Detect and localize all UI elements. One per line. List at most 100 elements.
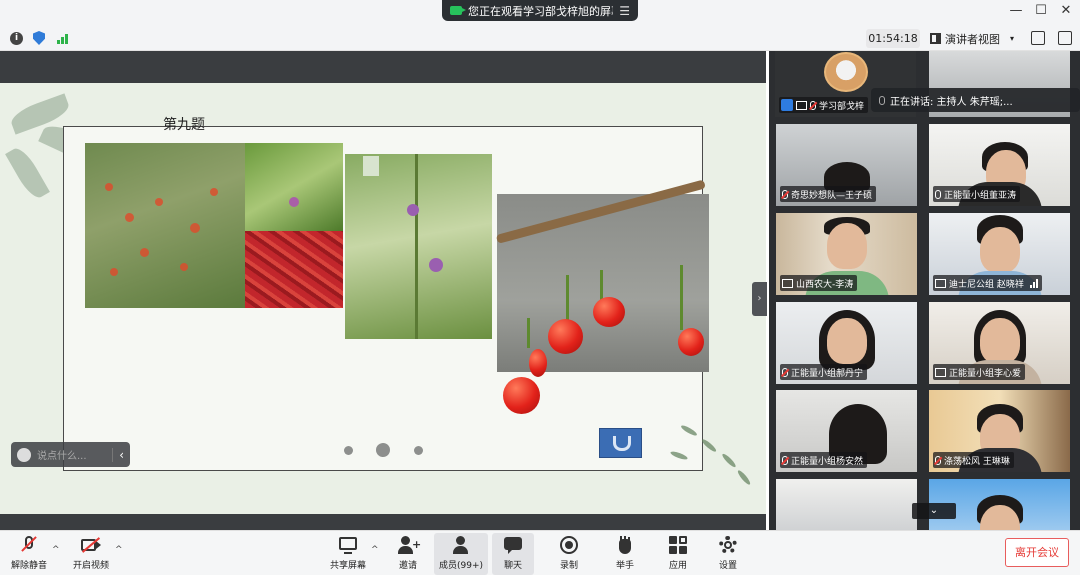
screen-share-icon: [796, 100, 807, 110]
scroll-down-button[interactable]: ⌄: [912, 503, 956, 519]
participant-name: 涤荡松风 王琳琳: [944, 456, 1010, 467]
fullscreen-icon[interactable]: [1031, 31, 1045, 45]
meeting-timer: 01:54:18: [866, 29, 920, 48]
participant-tile[interactable]: 正能量小组董亚涛: [929, 124, 1070, 206]
mic-off-icon: [782, 189, 788, 199]
participant-tile[interactable]: 山西农大-李涛: [776, 213, 917, 295]
fern-decoration: [700, 437, 718, 454]
screen-share-notice[interactable]: 您正在观看学习部戈梓旭的屏幕 ☰: [442, 0, 638, 21]
close-button[interactable]: ✕: [1056, 3, 1076, 18]
raise-hand-button[interactable]: 举手: [612, 533, 638, 575]
screen-share-icon: [935, 278, 946, 288]
fern-decoration: [720, 452, 738, 469]
berry: [678, 328, 704, 356]
members-button[interactable]: 成员(99+): [434, 533, 488, 575]
gear-icon: [718, 536, 738, 554]
goji-branch-flowers-photo: [345, 154, 492, 339]
apps-label: 应用: [668, 561, 687, 571]
invite-button[interactable]: + 邀请: [393, 533, 423, 575]
slide-dot-active[interactable]: [376, 443, 390, 457]
raise-hand-label: 举手: [615, 561, 634, 571]
mic-off-icon: [810, 100, 816, 110]
participant-tile[interactable]: 迪士尼公组 赵晓祥: [929, 213, 1070, 295]
dried-goji-photo: [245, 231, 343, 308]
meeting-toolbar: 解除静音 ^ 开启视频 ^ 共享屏幕 ^ + 邀请 成员(99+) 聊天 录制 …: [0, 530, 1080, 575]
leave-meeting-button[interactable]: 离开会议: [1005, 538, 1069, 567]
info-icon[interactable]: i: [10, 32, 23, 45]
mic-off-icon: [19, 536, 39, 554]
participant-name: 迪士尼公组 赵晓祥: [949, 279, 1024, 290]
participant-name: 正能量小组杨安然: [791, 456, 864, 467]
minimize-button[interactable]: —: [1006, 3, 1026, 18]
audio-options-caret[interactable]: ^: [52, 545, 60, 555]
share-options-caret[interactable]: ^: [371, 545, 379, 555]
share-screen-button[interactable]: 共享屏幕: [328, 533, 368, 575]
berry: [548, 319, 583, 354]
audio-level-icon: [1029, 278, 1038, 288]
start-video-label: 开启视频: [72, 561, 109, 571]
settings-button[interactable]: 设置: [715, 533, 741, 575]
record-label: 录制: [559, 561, 578, 571]
share-screen-icon: [338, 536, 358, 554]
record-icon: [559, 536, 579, 554]
view-mode-label: 演讲者视图: [945, 32, 1000, 46]
unmute-label: 解除静音: [10, 561, 47, 571]
participant-label: 正能量小组董亚涛: [933, 186, 1021, 202]
emoji-icon[interactable]: [17, 447, 31, 462]
participant-tile[interactable]: 涤荡松风 王琳琳: [929, 390, 1070, 472]
participant-tile[interactable]: [776, 479, 917, 530]
host-label: 学习部戈梓: [779, 97, 869, 113]
avatar: [824, 52, 868, 92]
participant-label: 山西农大-李涛: [780, 275, 858, 291]
mic-off-icon: [782, 455, 788, 465]
berry-stem: [566, 275, 569, 320]
members-label: 成员(99+): [438, 561, 484, 571]
participant-name: 正能量小组郝丹宁: [791, 368, 864, 379]
berry: [593, 297, 625, 327]
signal-icon[interactable]: [57, 34, 68, 44]
apps-button[interactable]: 应用: [665, 533, 691, 575]
panel-collapse-button[interactable]: ›: [752, 282, 767, 316]
berry-stem: [527, 318, 530, 348]
share-screen-label: 共享屏幕: [329, 561, 366, 571]
view-mode-button[interactable]: 演讲者视图 ▾: [930, 29, 1014, 48]
screen-share-icon: [782, 278, 793, 288]
chat-input-bar[interactable]: 说点什么... ‹: [11, 442, 130, 467]
info-bar: i 01:54:18 演讲者视图 ▾: [0, 26, 1080, 51]
participant-tile[interactable]: 正能量小组杨安然: [776, 390, 917, 472]
berry-stem: [600, 270, 603, 300]
participant-label: 迪士尼公组 赵晓祥: [933, 275, 1042, 291]
magnet-icon[interactable]: [599, 428, 642, 458]
collapse-chat-button[interactable]: ‹: [112, 447, 124, 462]
video-options-caret[interactable]: ^: [115, 545, 123, 555]
record-button[interactable]: 录制: [556, 533, 582, 575]
participant-tile[interactable]: 正能量小组郝丹宁: [776, 302, 917, 384]
screen-share-icon: [935, 367, 946, 377]
slide-dot[interactable]: [344, 446, 353, 455]
chat-button[interactable]: 聊天: [492, 533, 534, 575]
maximize-button[interactable]: ☐: [1031, 3, 1051, 18]
invite-label: 邀请: [398, 561, 417, 571]
menu-icon[interactable]: ☰: [619, 4, 630, 18]
chat-icon: [503, 536, 523, 554]
sidebar-toggle-icon[interactable]: [1058, 31, 1072, 45]
chat-placeholder[interactable]: 说点什么...: [37, 447, 106, 462]
berry-stem: [680, 265, 683, 330]
participant-label: 正能量小组杨安然: [780, 452, 868, 468]
participant-tile[interactable]: 奇思妙想队—王子硕: [776, 124, 917, 206]
participant-label: 正能量小组李心爱: [933, 364, 1026, 380]
chat-label: 聊天: [503, 561, 522, 571]
slide-dot[interactable]: [414, 446, 423, 455]
unmute-button[interactable]: 解除静音: [8, 533, 50, 575]
mic-off-icon: [935, 455, 941, 465]
active-speaker-bar: 正在讲话: 主持人 朱芹瑶;...: [871, 88, 1080, 112]
layout-icon: [930, 33, 941, 44]
user-icon: [781, 99, 793, 111]
participant-tile[interactable]: 正能量小组李心爱: [929, 302, 1070, 384]
shield-icon[interactable]: [33, 31, 45, 45]
share-notice-text: 您正在观看学习部戈梓旭的屏幕: [468, 4, 614, 18]
leaf-decoration: [5, 144, 50, 202]
start-video-button[interactable]: 开启视频: [70, 533, 112, 575]
members-icon: [451, 536, 471, 554]
participant-name: 正能量小组董亚涛: [944, 190, 1017, 201]
